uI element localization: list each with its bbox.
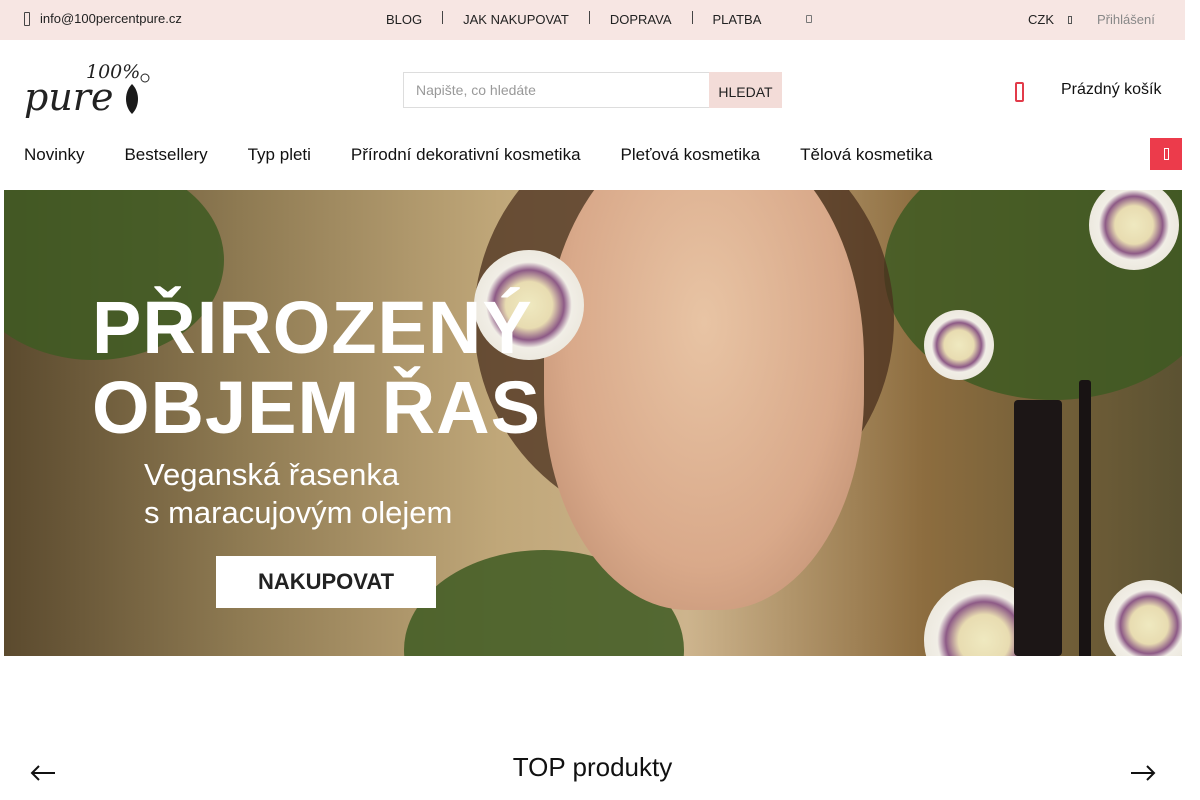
hero-title-line1: PŘIROZENÝ	[92, 286, 533, 369]
top-link-shipping[interactable]: DOPRAVA	[610, 12, 672, 27]
passion-flower	[924, 310, 994, 380]
nav-item-bestsellers[interactable]: Bestsellery	[124, 145, 207, 165]
currency-selector[interactable]: CZK	[1028, 12, 1072, 27]
section-title: TOP produkty	[512, 752, 673, 782]
svg-text:pure: pure	[24, 75, 113, 119]
phone-icon	[24, 11, 30, 26]
divider	[691, 11, 693, 24]
divider	[588, 11, 590, 24]
cart-label[interactable]: Prázdný košík	[1061, 81, 1161, 99]
nav-item-new[interactable]: Novinky	[24, 145, 84, 165]
cart-icon[interactable]	[1015, 82, 1024, 102]
hero-title: PŘIROZENÝ OBJEM ŘAS	[92, 288, 541, 448]
search-input[interactable]	[403, 72, 709, 108]
top-nav: BLOG JAK NAKUPOVAT DOPRAVA PLATBA	[386, 11, 812, 27]
hero-title-line2: OBJEM ŘAS	[92, 366, 541, 449]
currency-label: CZK	[1028, 12, 1054, 27]
arrow-right-icon[interactable]	[1130, 764, 1156, 782]
login-link[interactable]: Přihlášení	[1097, 12, 1155, 27]
mascara-product	[1014, 400, 1062, 656]
passion-flower	[1104, 580, 1182, 656]
nav-item-skin-type[interactable]: Typ pleti	[248, 145, 311, 165]
hero-subtitle: Veganská řasenka s maracujovým olejem	[144, 456, 452, 532]
hero-shop-button[interactable]: NAKUPOVAT	[216, 556, 436, 608]
main-nav: Novinky Bestsellery Typ pleti Přírodní d…	[24, 145, 972, 165]
site-logo[interactable]: 100% pure	[24, 58, 152, 120]
hero-banner[interactable]: PŘIROZENÝ OBJEM ŘAS Veganská řasenka s m…	[4, 190, 1182, 656]
nav-item-makeup[interactable]: Přírodní dekorativní kosmetika	[351, 145, 581, 165]
divider	[442, 11, 444, 24]
more-menu-icon[interactable]	[806, 15, 812, 23]
contact-email[interactable]: info@100percentpure.cz	[24, 11, 182, 26]
nav-item-body-care[interactable]: Tělová kosmetika	[800, 145, 932, 165]
model-face	[544, 190, 864, 610]
top-link-blog[interactable]: BLOG	[386, 12, 422, 27]
email-text[interactable]: info@100percentpure.cz	[40, 11, 182, 26]
nav-toggle-button[interactable]	[1150, 138, 1182, 170]
top-bar: info@100percentpure.cz BLOG JAK NAKUPOVA…	[0, 0, 1185, 40]
chevron-down-icon	[1068, 15, 1072, 24]
mascara-wand	[1079, 380, 1091, 656]
search-button[interactable]: HLEDAT	[709, 72, 782, 108]
search-form: HLEDAT	[403, 72, 782, 108]
top-link-payment[interactable]: PLATBA	[713, 12, 762, 27]
menu-icon	[1163, 148, 1169, 160]
nav-item-skincare[interactable]: Pleťová kosmetika	[621, 145, 761, 165]
arrow-left-icon[interactable]	[30, 764, 56, 782]
hero-subtitle-line1: Veganská řasenka	[144, 457, 400, 492]
hero-subtitle-line2: s maracujovým olejem	[144, 495, 453, 530]
top-link-how-to-buy[interactable]: JAK NAKUPOVAT	[463, 12, 569, 27]
